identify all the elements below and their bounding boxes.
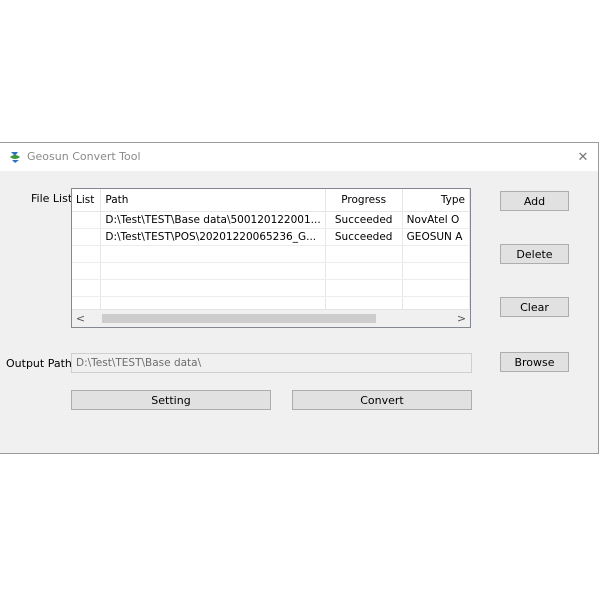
add-button[interactable]: Add — [500, 191, 569, 211]
table-row-empty — [72, 262, 470, 280]
table-row-empty — [72, 279, 470, 297]
row-progress-cell: Succeeded — [325, 211, 403, 229]
table-header-row: List Path Progress Type — [72, 189, 470, 212]
window-title: Geosun Convert Tool — [27, 150, 141, 163]
setting-button[interactable]: Setting — [71, 390, 271, 410]
title-bar: Geosun Convert Tool ✕ — [0, 143, 598, 171]
row-type-cell: NovAtel O — [402, 211, 470, 229]
row-type-cell: GEOSUN A — [402, 228, 470, 246]
close-icon: ✕ — [577, 149, 589, 165]
browse-button[interactable]: Browse — [500, 352, 569, 372]
row-progress-cell: Succeeded — [325, 228, 403, 246]
column-header-list[interactable]: List — [72, 189, 102, 212]
convert-button[interactable]: Convert — [292, 390, 472, 410]
scroll-right-icon[interactable]: > — [453, 310, 470, 327]
convert-tool-window: Geosun Convert Tool ✕ File List List Pat… — [0, 142, 599, 454]
file-list-view[interactable]: List Path Progress Type D:\Test\TEST\Bas… — [71, 188, 471, 328]
close-button[interactable]: ✕ — [568, 143, 598, 171]
table-row-empty — [72, 245, 470, 263]
table-row[interactable]: D:\Test\TEST\Base data\500120122001... S… — [72, 211, 470, 229]
file-table: List Path Progress Type D:\Test\TEST\Bas… — [72, 189, 470, 327]
row-list-cell — [72, 228, 102, 246]
column-header-path[interactable]: Path — [100, 189, 326, 212]
scroll-left-icon[interactable]: < — [72, 310, 89, 327]
table-row[interactable]: D:\Test\TEST\POS\20201220065236_G... Suc… — [72, 228, 470, 246]
scroll-thumb[interactable] — [102, 314, 376, 323]
row-list-cell — [72, 211, 102, 229]
output-path-field[interactable]: D:\Test\TEST\Base data\ — [71, 353, 472, 373]
column-header-progress[interactable]: Progress — [325, 189, 403, 212]
output-path-label: Output Path — [6, 357, 72, 370]
row-path-cell: D:\Test\TEST\POS\20201220065236_G... — [100, 228, 326, 246]
horizontal-scrollbar[interactable]: < > — [72, 309, 470, 327]
column-header-type[interactable]: Type — [402, 189, 470, 212]
row-path-cell: D:\Test\TEST\Base data\500120122001... — [100, 211, 326, 229]
app-icon — [8, 150, 22, 164]
delete-button[interactable]: Delete — [500, 244, 569, 264]
clear-button[interactable]: Clear — [500, 297, 569, 317]
file-list-label: File List — [31, 192, 73, 205]
